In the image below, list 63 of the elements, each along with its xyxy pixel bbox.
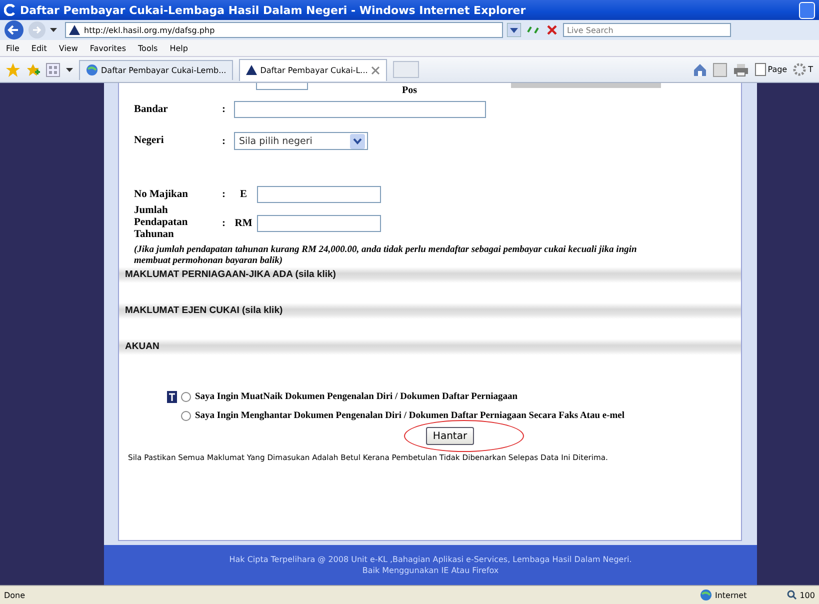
warning-triangle-icon bbox=[246, 65, 258, 75]
input-field[interactable] bbox=[256, 83, 308, 90]
input-field[interactable] bbox=[511, 83, 661, 88]
footer-text: Baik Menggunakan IE Atau Firefox bbox=[362, 566, 499, 575]
field-label: Jumlah Pendapatan Tahunan bbox=[134, 205, 189, 241]
grid-icon[interactable] bbox=[46, 62, 60, 76]
section-header[interactable]: AKUAN bbox=[119, 339, 741, 355]
radio-button[interactable] bbox=[181, 392, 191, 402]
globe-icon bbox=[700, 589, 712, 601]
security-zone: Internet bbox=[700, 589, 747, 601]
close-icon[interactable] bbox=[370, 66, 380, 74]
colon-text: : bbox=[222, 104, 226, 115]
search-field[interactable]: Live Search bbox=[563, 23, 731, 37]
dropdown-arrow-icon[interactable] bbox=[66, 68, 73, 72]
star-icon[interactable] bbox=[6, 62, 20, 76]
add-star-icon[interactable] bbox=[26, 62, 40, 76]
note-text: (Jika jumlah pendapatan tahunan kurang RM 24,000.00, anda tidak perlu mendaftar sebagai pembayar cukai kecuali jika ingin membuat permohonan bayaran balik) bbox=[133, 244, 638, 267]
letter-icon bbox=[167, 391, 177, 403]
menu-item[interactable]: File bbox=[6, 44, 20, 52]
option-label: Saya Ingin MuatNaik Dokumen Pengenalan Diri / Dokumen Daftar Perniagaan bbox=[195, 392, 518, 402]
colon-text: : bbox=[222, 218, 226, 228]
section-header[interactable]: MAKLUMAT PERNIAGAAN-JIKA ADA (sila klik) bbox=[119, 267, 741, 283]
home-icon[interactable] bbox=[692, 62, 707, 76]
dropdown-arrow-icon[interactable] bbox=[50, 28, 57, 32]
browser-tab[interactable]: Daftar Pembayar Cukai-L... bbox=[239, 58, 387, 80]
input-field[interactable] bbox=[234, 101, 486, 118]
magnifier-icon bbox=[786, 590, 797, 600]
menu-item[interactable]: Favorites bbox=[90, 44, 126, 52]
field-prefix: E bbox=[238, 189, 248, 200]
field-label: Negeri bbox=[134, 135, 165, 147]
state-dropdown[interactable]: Sila pilih negeri bbox=[234, 132, 368, 150]
browser-tab[interactable]: Daftar Pembayar Cukai-Lemb... bbox=[79, 60, 234, 80]
menu-item[interactable]: Help bbox=[170, 44, 188, 52]
page-menu[interactable]: Page bbox=[754, 63, 788, 76]
warning-triangle-icon bbox=[69, 25, 80, 35]
footer-text: Hak Cipta Terpelihara @ 2008 Unit e-KL ,Bahagian Aplikasi e-Services, Lembaga Hasil Dalam Negeri. bbox=[229, 555, 632, 564]
menu-item[interactable]: Edit bbox=[31, 44, 47, 52]
section-header[interactable]: MAKLUMAT EJEN CUKAI (sila klik) bbox=[119, 303, 741, 319]
close-icon[interactable] bbox=[545, 23, 559, 37]
field-label: No Majikan bbox=[134, 188, 189, 200]
zoom-control[interactable]: 100 bbox=[786, 590, 815, 600]
address-field[interactable]: http://ekl.hasil.org.my/dafsg.php bbox=[65, 22, 503, 38]
menu-item[interactable]: Tools bbox=[138, 44, 158, 52]
window-title: Daftar Pembayar Cukai-Lembaga Hasil Dalam Negeri - Windows Internet Explorer bbox=[20, 4, 526, 16]
submit-button[interactable]: Hantar bbox=[426, 427, 474, 445]
field-prefix: RM bbox=[234, 218, 254, 228]
colon-text: : bbox=[222, 189, 226, 200]
dropdown-arrow-icon[interactable] bbox=[507, 23, 521, 37]
option-label: Saya Ingin Menghantar Dokumen Pengenalan Diri / Dokumen Daftar Perniagaan Secara Faks Atau e-mel bbox=[195, 411, 625, 421]
minimize-button[interactable] bbox=[799, 2, 815, 18]
field-label: Pos bbox=[402, 85, 417, 96]
radio-button[interactable] bbox=[181, 411, 191, 421]
field-label: Bandar bbox=[134, 104, 169, 116]
browser-logo-icon bbox=[4, 4, 16, 16]
page-icon bbox=[754, 63, 766, 76]
input-field[interactable] bbox=[257, 186, 381, 203]
menu-item[interactable]: View bbox=[58, 44, 78, 52]
tools-menu[interactable]: T bbox=[793, 63, 813, 76]
status-text: Done bbox=[4, 590, 26, 600]
colon-text: : bbox=[222, 136, 226, 146]
printer-icon[interactable] bbox=[732, 62, 749, 76]
globe-icon bbox=[86, 64, 98, 76]
input-field[interactable] bbox=[257, 214, 381, 232]
